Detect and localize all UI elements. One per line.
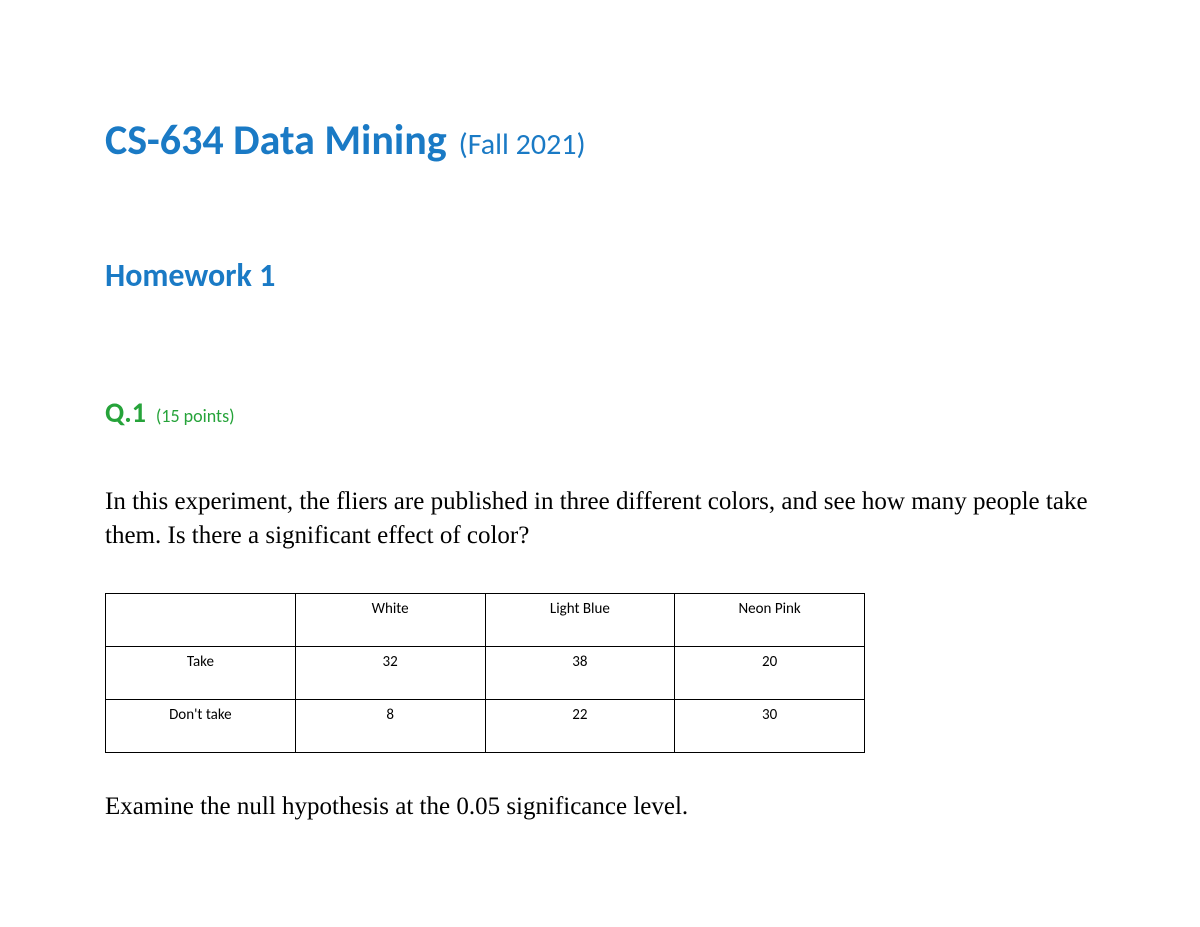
- table-header-cell: [106, 593, 296, 646]
- course-header: CS-634 Data Mining (Fall 2021): [105, 115, 1095, 166]
- table-cell: 32: [295, 646, 485, 699]
- table-header-cell: Neon Pink: [675, 593, 865, 646]
- question-points: (15 points): [156, 405, 235, 427]
- table-row-label: Take: [106, 646, 296, 699]
- course-title: CS-634 Data Mining: [105, 115, 447, 166]
- question-header: Q.1 (15 points): [105, 395, 1095, 430]
- table-cell: 20: [675, 646, 865, 699]
- question-followup: Examine the null hypothesis at the 0.05 …: [105, 793, 1095, 821]
- table-header-row: White Light Blue Neon Pink: [106, 593, 865, 646]
- homework-title: Homework 1: [105, 256, 1095, 295]
- data-table: White Light Blue Neon Pink Take 32 38 20…: [105, 593, 865, 753]
- table-cell: 38: [485, 646, 675, 699]
- table-header-cell: White: [295, 593, 485, 646]
- question-number: Q.1: [105, 395, 146, 430]
- table-row: Take 32 38 20: [106, 646, 865, 699]
- table-cell: 30: [675, 699, 865, 752]
- table-cell: 8: [295, 699, 485, 752]
- table-cell: 22: [485, 699, 675, 752]
- course-term: (Fall 2021): [459, 126, 586, 163]
- table-header-cell: Light Blue: [485, 593, 675, 646]
- table-row-label: Don't take: [106, 699, 296, 752]
- question-text: In this experiment, the fliers are publi…: [105, 485, 1095, 553]
- table-row: Don't take 8 22 30: [106, 699, 865, 752]
